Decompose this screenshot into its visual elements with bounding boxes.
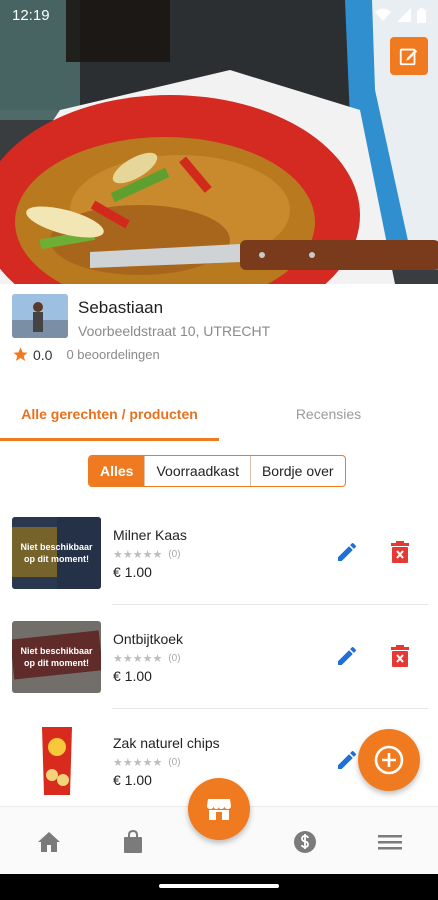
product-price: € 1.00	[113, 772, 152, 788]
status-icons	[375, 7, 426, 23]
product-rating: ★★★★★ (0)	[113, 652, 181, 665]
battery-icon	[417, 7, 426, 23]
product-image	[12, 725, 101, 797]
list-item[interactable]: Niet beschikbaar op dit moment! Ontbijtk…	[0, 621, 438, 725]
avatar[interactable]	[12, 294, 68, 338]
rating-value: 0.0	[33, 346, 53, 363]
pencil-icon[interactable]	[335, 644, 359, 668]
pencil-icon[interactable]	[335, 748, 359, 772]
product-name: Milner Kaas	[113, 527, 187, 543]
product-name: Zak naturel chips	[113, 735, 220, 751]
unavailable-overlay: Niet beschikbaar op dit moment!	[12, 517, 101, 589]
nav-menu[interactable]	[377, 829, 403, 855]
product-name: Ontbijtkoek	[113, 631, 184, 647]
store-address: Voorbeeldstraat 10, UTRECHT	[78, 323, 271, 339]
tab-products[interactable]: Alle gerechten / producten	[0, 395, 219, 443]
add-icon	[374, 745, 404, 775]
store-profile: Sebastiaan Voorbeeldstraat 10, UTRECHT	[12, 294, 270, 339]
product-rating: ★★★★★ (0)	[113, 548, 181, 561]
product-rating: ★★★★★ (0)	[113, 756, 181, 769]
rating-stars: ★★★★★	[113, 653, 163, 665]
pencil-icon[interactable]	[335, 540, 359, 564]
hero-image	[0, 0, 438, 284]
home-icon	[38, 832, 60, 852]
nav-orders[interactable]	[120, 829, 146, 855]
bag-icon	[124, 830, 142, 853]
category-filter: Alles Voorraadkast Bordje over	[88, 455, 346, 487]
rating-count: (0)	[168, 549, 181, 560]
unavailable-overlay: Niet beschikbaar op dit moment!	[12, 621, 101, 693]
store-icon	[207, 799, 231, 820]
food-photo	[0, 0, 438, 284]
store-rating: 0.0 0 beoordelingen	[12, 346, 160, 363]
list-item[interactable]: Niet beschikbaar op dit moment! Milner K…	[0, 517, 438, 621]
tab-reviews[interactable]: Recensies	[219, 395, 438, 443]
nav-home[interactable]	[36, 829, 62, 855]
dollar-icon	[294, 831, 316, 853]
status-time: 12:19	[12, 6, 50, 24]
divider	[112, 708, 428, 709]
product-image: Niet beschikbaar op dit moment!	[12, 517, 101, 589]
delete-icon[interactable]	[389, 644, 411, 668]
reviews-count: 0 beoordelingen	[66, 347, 160, 362]
store-button[interactable]	[188, 778, 250, 840]
edit-icon	[399, 48, 418, 66]
avatar-photo	[12, 294, 68, 338]
rating-stars: ★★★★★	[113, 549, 163, 561]
system-gesture-bar	[0, 874, 438, 900]
store-info: Sebastiaan Voorbeeldstraat 10, UTRECHT	[78, 294, 270, 339]
filter-all[interactable]: Alles	[89, 456, 145, 486]
product-price: € 1.00	[113, 564, 152, 580]
star-icon	[13, 347, 28, 361]
rating-count: (0)	[168, 653, 181, 664]
nav-finance[interactable]	[292, 829, 318, 855]
divider	[112, 604, 428, 605]
wifi-icon	[375, 8, 391, 21]
product-price: € 1.00	[113, 668, 152, 684]
delete-icon[interactable]	[389, 540, 411, 564]
menu-icon	[378, 835, 402, 850]
filter-pantry[interactable]: Voorraadkast	[144, 456, 250, 486]
status-bar: 12:19	[0, 0, 438, 30]
add-product-button[interactable]	[358, 729, 420, 791]
signal-icon	[397, 8, 411, 22]
tab-bar: Alle gerechten / producten Recensies	[0, 395, 438, 443]
home-indicator[interactable]	[159, 884, 279, 888]
rating-count: (0)	[168, 757, 181, 768]
filter-leftovers[interactable]: Bordje over	[249, 456, 345, 486]
chips-photo	[12, 725, 101, 797]
edit-store-button[interactable]	[390, 37, 428, 75]
store-name: Sebastiaan	[78, 298, 164, 317]
product-image: Niet beschikbaar op dit moment!	[12, 621, 101, 693]
rating-stars: ★★★★★	[113, 757, 163, 769]
